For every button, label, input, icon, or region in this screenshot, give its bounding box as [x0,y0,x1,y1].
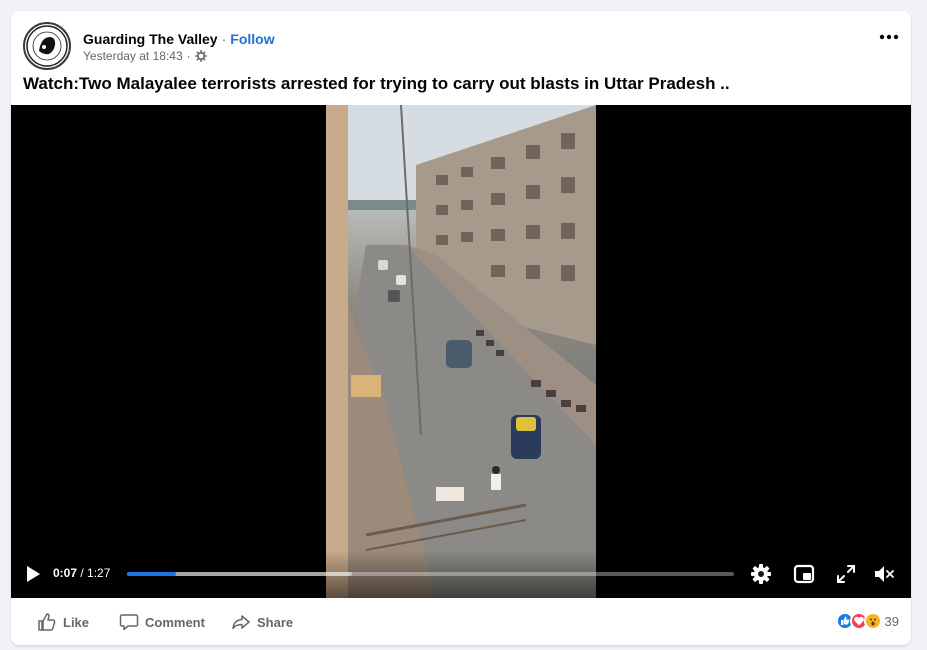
comment-bubble-icon [119,614,139,631]
reaction-count: 39 [884,613,899,629]
video-player[interactable]: 0:07 / 1:27 [11,105,911,598]
post-card: Guarding The Valley · Follow Yesterday at … [11,11,911,645]
progress-bar[interactable] [127,572,734,576]
mute-button[interactable] [873,563,895,585]
thumbs-up-icon [38,613,56,631]
page-name-link[interactable]: Guarding The Valley [83,31,218,47]
reaction-summary[interactable]: 39 [835,612,899,630]
volume-muted-icon [875,566,894,582]
post-actions: Like Comment Share 39 [11,598,911,645]
like-button[interactable]: Like [37,612,89,632]
audience-gear-icon [194,50,207,62]
wow-reaction-icon [863,612,882,630]
like-label: Like [63,614,90,630]
page-avatar[interactable] [23,22,71,70]
share-button[interactable]: Share [231,612,293,632]
more-options-button[interactable] [877,27,901,47]
share-label: Share [257,614,294,630]
video-time: 0:07 / 1:27 [53,566,110,580]
time-separator: / [77,566,88,580]
fullscreen-button[interactable] [835,563,857,585]
duration: 1:27 [87,566,111,580]
pip-icon [793,564,815,584]
fullscreen-icon [837,565,855,583]
settings-button[interactable] [750,563,772,585]
progress-fill [127,572,176,576]
video-controls: 0:07 / 1:27 [11,550,911,598]
dot-separator: · [186,49,191,63]
header-separator: · [221,31,227,47]
picture-in-picture-button[interactable] [793,563,815,585]
post-header: Guarding The Valley · Follow [83,31,275,47]
street-scene-image [326,105,596,598]
play-button[interactable] [25,565,41,583]
video-frame [326,105,596,598]
current-time: 0:07 [53,566,78,580]
page-logo-icon [26,25,68,67]
comment-label: Comment [145,614,205,630]
post-meta: Yesterday at 18:43 · [83,49,207,63]
play-icon [27,566,40,582]
settings-gear-icon [751,564,771,584]
more-dots-icon [879,34,899,40]
comment-button[interactable]: Comment [119,612,205,632]
post-timestamp[interactable]: Yesterday at 18:43 [83,49,183,63]
share-arrow-icon [232,615,250,630]
follow-button[interactable]: Follow [230,31,274,47]
post-caption: Watch:Two Malayalee terrorists arrested … [23,74,730,93]
